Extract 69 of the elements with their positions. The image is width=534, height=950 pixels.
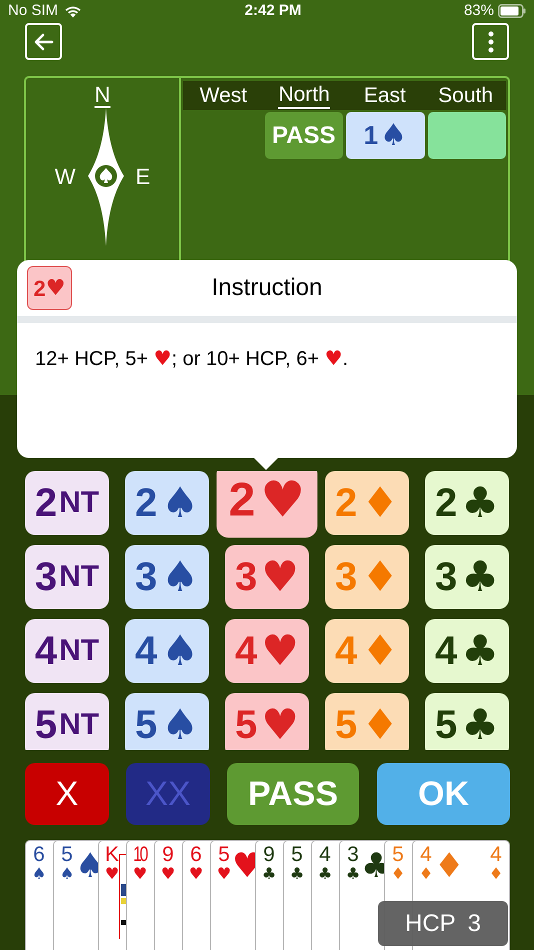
seat-label: East [364, 84, 406, 108]
battery-percent: 83% [464, 0, 494, 21]
card-rank: 4 [319, 844, 331, 866]
bid-call: 1♠ [346, 112, 424, 159]
card-rank: 5 [61, 844, 73, 866]
compass-east-label: E [136, 164, 150, 190]
bid-button[interactable]: 3♥ [225, 545, 309, 609]
compass-north-label: N [94, 82, 110, 108]
bid-badge: 2♥ [27, 266, 72, 310]
card-rank: 6 [190, 844, 202, 866]
card-suit: ♥ [188, 866, 204, 882]
card-rank: 5 [392, 844, 404, 866]
card-suit: ♣ [318, 866, 332, 882]
battery-icon [498, 4, 526, 18]
instruction-text: 12+ HCP, 5+ ♥; or 10+ HCP, 6+ ♥. [35, 345, 348, 372]
bid-button[interactable]: 4♣ [425, 619, 509, 683]
hcp-badge: HCP 3 [378, 901, 508, 946]
seat-label: South [438, 84, 494, 108]
pass-bid: PASS [264, 112, 343, 159]
wifi-icon [64, 4, 82, 18]
clock-time: 2:42 PM [244, 0, 302, 21]
card-rank: 5 [218, 844, 230, 866]
bid-button[interactable]: 5NT [25, 693, 109, 750]
card-suit: ♦ [488, 866, 504, 882]
double-button[interactable]: X [25, 763, 109, 825]
card-suit: ♥ [132, 866, 148, 882]
back-button[interactable] [25, 23, 62, 60]
bid-button[interactable]: 4♠ [125, 619, 209, 683]
back-arrow-icon [34, 32, 54, 50]
bid-button[interactable]: 4♥ [225, 619, 309, 683]
bid-button[interactable]: 5♣ [425, 693, 509, 750]
bid-button[interactable]: 3NT [25, 545, 109, 609]
card-suit: ♣ [290, 866, 304, 882]
bid-button[interactable]: 5♥ [225, 693, 309, 750]
card-suit: ♣ [262, 866, 276, 882]
more-icon [488, 30, 494, 52]
seat-label: North [278, 82, 330, 108]
card-suit: ♣ [346, 866, 360, 882]
card-rank: 10 [133, 844, 146, 866]
popover-title: Instruction [212, 273, 322, 303]
bid-button[interactable]: 5♠ [125, 693, 209, 750]
card-rank: 6 [33, 844, 45, 866]
card-rank: 4 [420, 844, 432, 866]
more-menu-button[interactable] [472, 23, 509, 60]
bid-button[interactable]: 3♣ [425, 545, 509, 609]
bid-button[interactable]: 2♥ [216, 471, 318, 538]
compass-west-label: W [54, 164, 76, 190]
card-suit: ♦ [418, 866, 434, 882]
bid-button[interactable]: 3♠ [125, 545, 209, 609]
seat-label: West [200, 84, 248, 108]
card-rank: K [104, 844, 119, 866]
bid-button[interactable]: 2♣ [425, 471, 509, 535]
card-rank: 9 [263, 844, 275, 866]
carrier-label: No SIM [8, 0, 58, 21]
card-pip: ♦ [434, 849, 464, 883]
card-rank: 4 [490, 844, 502, 866]
card-suit: ♥ [104, 866, 120, 882]
card-rank: 9 [162, 844, 174, 866]
card-suit: ♠ [60, 866, 74, 882]
bid-button[interactable]: 4NT [25, 619, 109, 683]
card-suit: ♥ [160, 866, 176, 882]
bid-button[interactable]: 2NT [25, 471, 109, 535]
card-suit: ♠ [32, 866, 46, 882]
card-rank: 3 [347, 844, 359, 866]
card-rank: 5 [291, 844, 303, 866]
card-suit: ♦ [390, 866, 406, 882]
pass-button[interactable]: PASS [227, 763, 359, 825]
card-suit: ♥ [216, 866, 232, 882]
bid-button[interactable]: 2♠ [125, 471, 209, 535]
